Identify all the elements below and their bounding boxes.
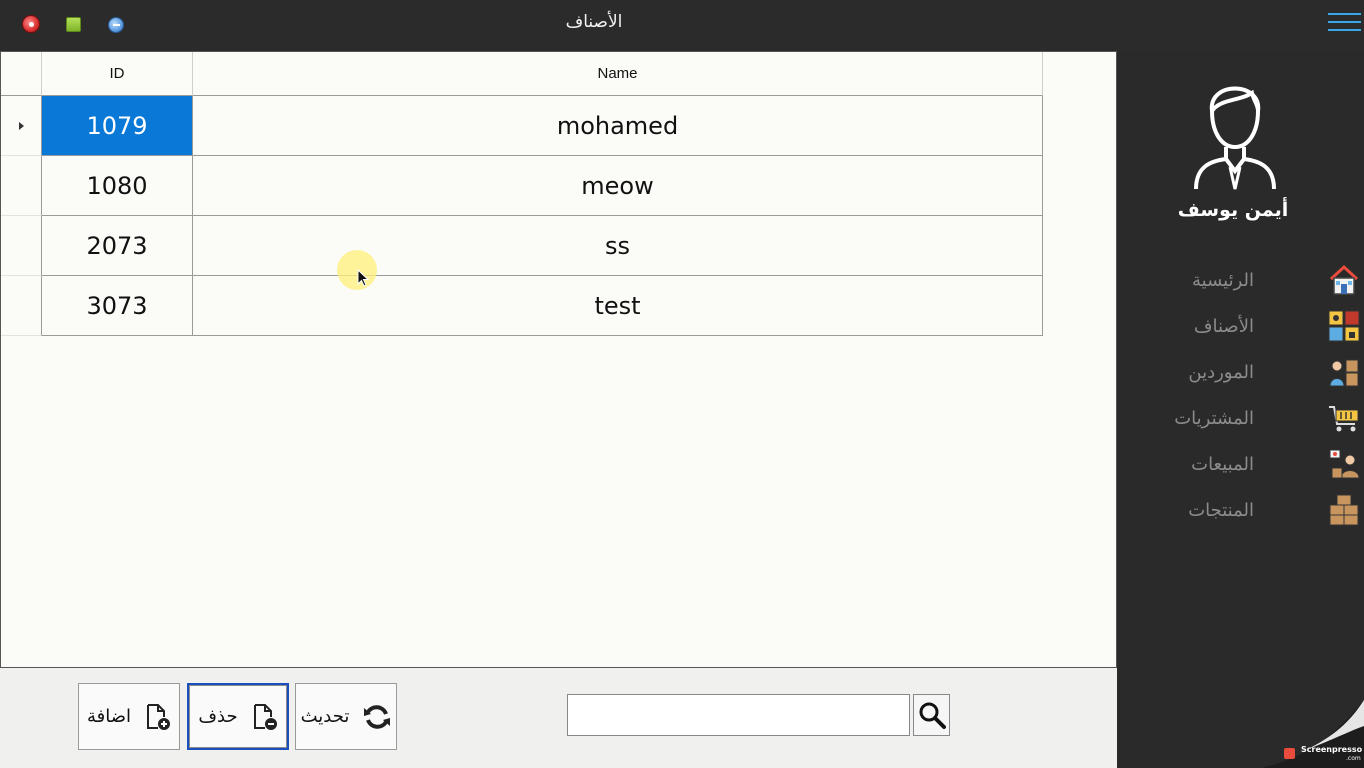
column-header-name[interactable]: Name xyxy=(193,52,1043,96)
mouse-cursor-icon xyxy=(357,269,369,287)
row-header-corner xyxy=(1,52,42,96)
sidebar-item-label: الرئيسية xyxy=(1192,270,1254,291)
user-name: أيمن يوسف xyxy=(1177,199,1289,221)
table-row[interactable]: 2073 ss xyxy=(1,216,1043,276)
cell-id[interactable]: 1080 xyxy=(42,156,193,216)
cell-id[interactable]: 3073 xyxy=(42,276,193,336)
user-avatar-icon xyxy=(1194,86,1276,190)
cell-name[interactable]: meow xyxy=(193,156,1043,216)
sidebar-item-products[interactable]: المنتجات xyxy=(1117,492,1364,532)
watermark-brand: Screenpresso xyxy=(1301,745,1363,754)
delete-button-label: حذف xyxy=(198,706,238,727)
table-row[interactable]: 1079 mohamed xyxy=(1,96,1043,156)
add-button[interactable]: اضافة xyxy=(78,683,180,750)
cell-id[interactable]: 1079 xyxy=(42,96,193,156)
refresh-button-label: تحديث xyxy=(300,706,350,727)
home-icon xyxy=(1329,264,1359,295)
column-header-id[interactable]: ID xyxy=(42,52,193,96)
row-selector[interactable] xyxy=(1,216,42,276)
sidebar-item-categories[interactable]: الأصناف xyxy=(1117,308,1364,348)
bottom-toolbar: اضافة حذف تحديث xyxy=(0,668,1117,768)
grid-header: ID Name xyxy=(1,52,1043,96)
delete-file-icon xyxy=(253,703,277,730)
search-icon xyxy=(919,702,946,729)
sidebar-item-label: المبيعات xyxy=(1191,454,1254,475)
sidebar-item-label: المنتجات xyxy=(1188,500,1254,521)
sidebar-item-purchases[interactable]: المشتريات xyxy=(1117,400,1364,440)
cell-name[interactable]: test xyxy=(193,276,1043,336)
delete-button[interactable]: حذف xyxy=(187,683,289,750)
refresh-icon xyxy=(364,704,391,729)
products-icon xyxy=(1329,494,1359,526)
row-selector[interactable] xyxy=(1,156,42,216)
search-input[interactable] xyxy=(567,694,910,736)
categories-icon xyxy=(1328,310,1360,342)
data-grid-panel: ID Name 1079 mohamed 1080 meow 2073 ss 3… xyxy=(0,51,1117,668)
add-button-label: اضافة xyxy=(86,706,132,727)
cell-id[interactable]: 2073 xyxy=(42,216,193,276)
row-selector[interactable] xyxy=(1,276,42,336)
sidebar-item-label: الموردين xyxy=(1188,362,1254,383)
search-button[interactable] xyxy=(913,694,950,736)
table-row[interactable]: 1080 meow xyxy=(1,156,1043,216)
row-selector[interactable] xyxy=(1,96,42,156)
sidebar-item-home[interactable]: الرئيسية xyxy=(1117,262,1364,302)
window-title: الأصناف xyxy=(565,12,623,32)
sidebar: أيمن يوسف الرئيسية الأصناف الموردين المش… xyxy=(1117,51,1364,768)
sidebar-item-suppliers[interactable]: الموردين xyxy=(1117,354,1364,394)
sidebar-item-label: المشتريات xyxy=(1174,408,1254,429)
cart-icon xyxy=(1329,406,1359,432)
title-bar: الأصناف xyxy=(0,0,1364,51)
watermark-suffix: .com xyxy=(1346,755,1361,762)
sales-icon xyxy=(1329,449,1360,479)
refresh-button[interactable]: تحديث xyxy=(295,683,397,750)
current-row-icon xyxy=(18,121,24,130)
add-file-icon xyxy=(147,703,171,730)
hamburger-icon[interactable] xyxy=(1328,13,1361,33)
suppliers-icon xyxy=(1329,359,1359,387)
cell-name[interactable]: ss xyxy=(193,216,1043,276)
sidebar-item-label: الأصناف xyxy=(1193,316,1254,337)
sidebar-item-sales[interactable]: المبيعات xyxy=(1117,446,1364,486)
cell-name[interactable]: mohamed xyxy=(193,96,1043,156)
table-row[interactable]: 3073 test xyxy=(1,276,1043,336)
